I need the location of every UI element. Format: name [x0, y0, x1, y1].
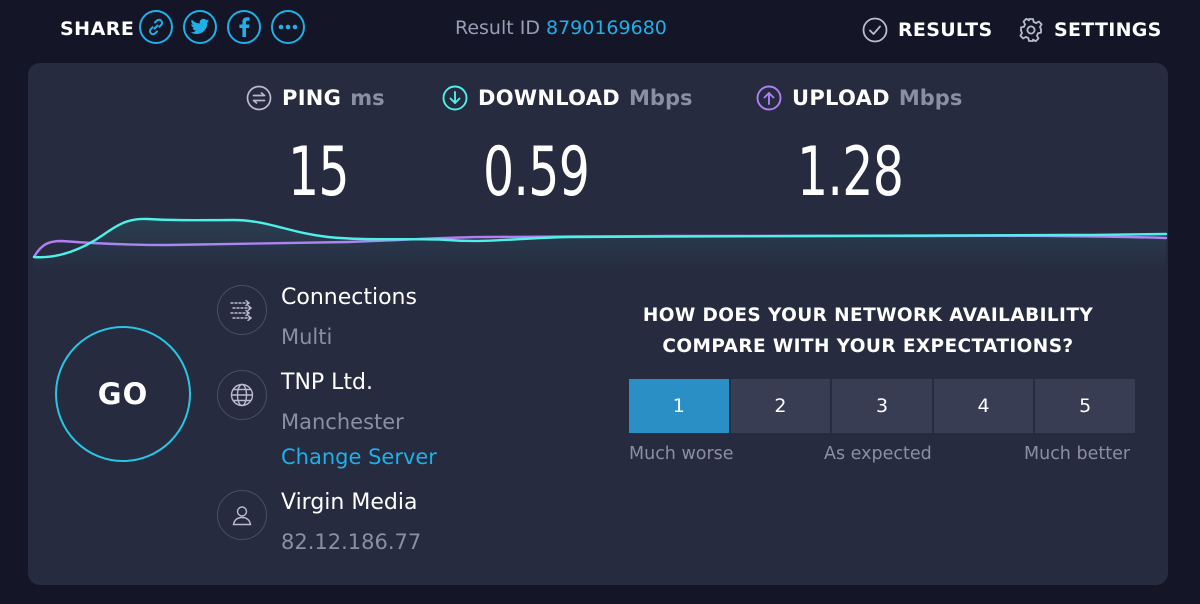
- upload-label: UPLOAD: [792, 86, 890, 110]
- rating-option-1[interactable]: 1: [629, 379, 729, 433]
- rating-scale: 1 2 3 4 5: [629, 379, 1135, 433]
- go-button[interactable]: GO: [55, 326, 191, 462]
- link-icon[interactable]: [139, 10, 173, 44]
- survey-question-line1: HOW DOES YOUR NETWORK AVAILABILITY: [642, 305, 1094, 326]
- download-value: 0.59: [483, 133, 590, 212]
- share-label: SHARE: [60, 18, 135, 40]
- provider-name: Virgin Media: [281, 490, 418, 515]
- scale-label-low: Much worse: [629, 444, 734, 464]
- scale-label-mid: As expected: [824, 444, 932, 464]
- user-icon: [217, 490, 267, 540]
- server-name: TNP Ltd.: [281, 370, 373, 395]
- ping-metric: PING ms 15: [246, 83, 385, 212]
- twitter-icon[interactable]: [183, 10, 217, 44]
- connections-value[interactable]: Multi: [281, 325, 332, 349]
- ping-value: 15: [288, 133, 350, 212]
- rating-option-4[interactable]: 4: [933, 379, 1034, 433]
- top-bar: SHARE Result ID 8790169680 RESULTS SETTI…: [0, 0, 1200, 60]
- settings-label: SETTINGS: [1054, 19, 1162, 41]
- results-nav[interactable]: RESULTS: [862, 15, 992, 45]
- check-circle-icon: [862, 17, 888, 43]
- result-id: Result ID 8790169680: [455, 17, 667, 39]
- change-server-link[interactable]: Change Server: [281, 445, 437, 469]
- gear-icon: [1019, 17, 1043, 43]
- ping-unit: ms: [350, 86, 385, 110]
- download-arrow-icon: [442, 85, 468, 111]
- download-area: [34, 218, 1166, 273]
- download-metric: DOWNLOAD Mbps 0.59: [442, 83, 693, 212]
- rating-option-5[interactable]: 5: [1035, 379, 1135, 433]
- rating-option-3[interactable]: 3: [832, 379, 932, 433]
- upload-value: 1.28: [797, 133, 904, 212]
- survey-question: HOW DOES YOUR NETWORK AVAILABILITY COMPA…: [628, 300, 1108, 362]
- connections-title: Connections: [281, 285, 417, 310]
- facebook-icon[interactable]: [227, 10, 261, 44]
- more-icon[interactable]: [271, 10, 305, 44]
- ip-address: 82.12.186.77: [281, 530, 422, 554]
- upload-arrow-icon: [756, 85, 782, 111]
- download-label: DOWNLOAD: [478, 86, 621, 110]
- server-location: Manchester: [281, 410, 404, 434]
- settings-nav[interactable]: SETTINGS: [1018, 15, 1162, 45]
- upload-unit: Mbps: [898, 86, 963, 110]
- connections-icon: [217, 285, 267, 335]
- upload-metric: UPLOAD Mbps 1.28: [756, 83, 963, 212]
- ping-icon: [246, 85, 272, 111]
- result-panel: PING ms 15 DOWNLOAD Mbps 0.59 UPLOAD Mbp: [28, 63, 1168, 585]
- survey-question-line2: COMPARE WITH YOUR EXPECTATIONS?: [662, 336, 1074, 357]
- scale-label-high: Much better: [1024, 444, 1131, 464]
- rating-option-2[interactable]: 2: [730, 379, 831, 433]
- results-label: RESULTS: [898, 19, 993, 41]
- globe-icon: [217, 370, 267, 420]
- speed-graph: [32, 217, 1168, 273]
- ping-label: PING: [282, 86, 342, 110]
- download-unit: Mbps: [629, 86, 693, 110]
- result-id-value[interactable]: 8790169680: [546, 17, 667, 39]
- result-id-label: Result ID: [455, 17, 540, 39]
